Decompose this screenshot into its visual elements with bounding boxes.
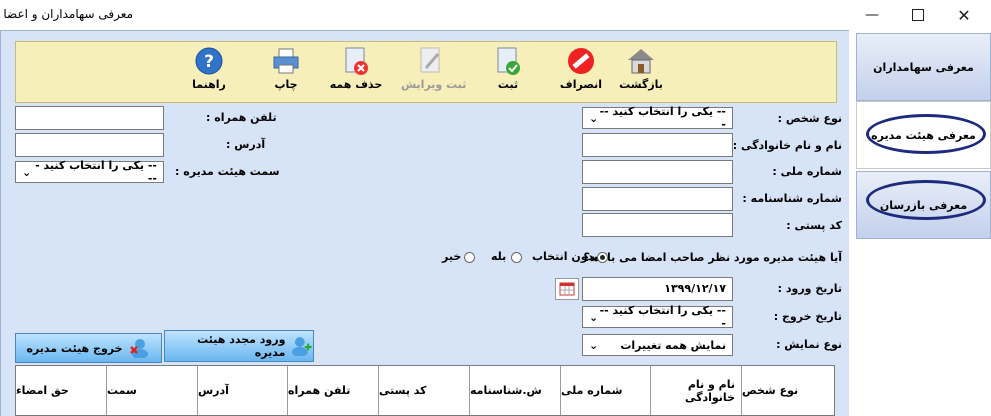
address-label: آدرس :	[226, 138, 266, 151]
column-header[interactable]: حق امضاء	[16, 366, 107, 415]
pencil-icon	[416, 46, 446, 76]
calendar-icon	[559, 282, 575, 296]
column-header[interactable]: آدرس	[198, 366, 288, 415]
national-id-label: شماره ملی :	[772, 165, 842, 178]
id-number-field[interactable]	[582, 187, 733, 211]
print-button[interactable]: چاپ	[256, 46, 316, 98]
column-header[interactable]: تلفن همراه	[288, 366, 379, 415]
save-edit-label: ثبت ویرایش	[401, 78, 467, 91]
radio-icon	[511, 252, 522, 263]
national-id-field[interactable]	[582, 160, 733, 184]
address-field[interactable]	[15, 133, 164, 157]
person-type-select[interactable]: -- یکی را انتخاب کنید --- ⌄	[582, 105, 733, 131]
save-button[interactable]: ثبت	[478, 46, 538, 98]
full-name-field[interactable]	[582, 133, 733, 157]
delete-all-button[interactable]: حذف همه	[326, 46, 386, 98]
nav-shareholders[interactable]: معرفی سهامداران	[856, 33, 991, 101]
nav-shareholders-label: معرفی سهامداران	[873, 60, 974, 74]
column-header[interactable]: شماره ملی	[561, 366, 651, 415]
document-check-icon	[493, 46, 523, 76]
radio-no[interactable]	[464, 252, 475, 266]
postal-code-label: کد پستی :	[786, 219, 842, 232]
cancel-label: انصراف	[559, 78, 603, 91]
radio-none[interactable]	[597, 252, 608, 266]
print-label: چاپ	[274, 78, 298, 91]
maximize-button[interactable]	[895, 0, 941, 30]
exit-board-label: خروج هیئت مدیره	[26, 341, 123, 355]
help-label: راهنما	[192, 78, 226, 91]
board-position-select[interactable]: -- یکی را انتخاب کنید --- ⌄	[15, 159, 164, 185]
help-icon: ?	[194, 46, 224, 76]
board-position-value: -- یکی را انتخاب کنید ---	[35, 159, 157, 185]
back-label: بازگشت	[619, 78, 663, 91]
column-header[interactable]: نوع شخص	[742, 366, 834, 415]
chevron-down-icon: ⌄	[589, 310, 599, 324]
main-panel: بازگشت انصراف ثبت ثبت ویرایش حذف همه چاپ…	[0, 30, 849, 416]
close-icon: ✕	[957, 5, 971, 25]
person-type-label: نوع شخص :	[777, 112, 842, 125]
display-type-label: نوع نمایش :	[776, 338, 842, 351]
entry-date-field[interactable]: ۱۳۹۹/۱۲/۱۷	[582, 277, 733, 301]
column-header[interactable]: سمت	[107, 366, 198, 415]
radio-yes[interactable]	[511, 252, 522, 266]
members-table[interactable]: نوع شخص نام و نام خانوادگی شماره ملی ش.ش…	[15, 365, 835, 416]
minimize-icon: —	[865, 7, 879, 23]
radio-icon	[464, 252, 475, 263]
save-label: ثبت	[497, 78, 519, 91]
id-number-label: شماره شناسنامه :	[742, 192, 842, 205]
mobile-field[interactable]	[15, 106, 164, 130]
mobile-label: تلفن همراه :	[206, 111, 277, 124]
window-title: معرفی سهامداران و اعضا	[3, 7, 133, 21]
add-user-icon	[292, 337, 313, 356]
save-edit-button[interactable]: ثبت ویرایش	[401, 46, 467, 98]
reentry-board-label: ورود مجدد هیئت مدیره	[197, 333, 286, 359]
column-header[interactable]: ش.شناسنامه	[470, 366, 561, 415]
radio-selected-icon	[597, 252, 608, 263]
highlight-ellipse	[866, 180, 986, 220]
calendar-button[interactable]	[555, 278, 579, 300]
cancel-button[interactable]: انصراف	[551, 46, 611, 98]
svg-text:?: ?	[204, 52, 214, 72]
exit-date-select[interactable]: -- یکی را انتخاب کنید --- ⌄	[582, 304, 733, 330]
column-header[interactable]: نام و نام خانوادگی	[651, 366, 742, 415]
radio-yes-label: بله	[491, 250, 507, 263]
home-icon	[626, 46, 656, 76]
close-button[interactable]: ✕	[941, 0, 987, 30]
back-button[interactable]: بازگشت	[611, 46, 671, 98]
no-entry-icon	[566, 46, 596, 76]
display-type-select[interactable]: نمایش همه تغییرات ⌄	[582, 334, 733, 356]
radio-no-label: خیر	[442, 250, 462, 263]
highlight-ellipse	[866, 114, 986, 154]
nav-empty-area	[856, 239, 991, 415]
full-name-label: نام و نام خانوادگی :	[732, 139, 842, 152]
entry-date-label: تاریخ ورود :	[777, 282, 842, 295]
radio-none-label: بدون انتخاب	[532, 250, 599, 263]
minimize-button[interactable]: —	[849, 0, 895, 30]
postal-code-field[interactable]	[582, 213, 733, 237]
display-type-value: نمایش همه تغییرات	[620, 338, 726, 352]
person-type-value: -- یکی را انتخاب کنید ---	[599, 105, 726, 131]
document-delete-icon	[341, 46, 371, 76]
maximize-icon	[912, 9, 924, 21]
printer-icon	[271, 46, 301, 76]
reentry-board-button[interactable]: ورود مجدد هیئت مدیره	[164, 330, 314, 362]
exit-board-button[interactable]: خروج هیئت مدیره	[15, 333, 162, 363]
exit-date-label: تاریخ خروج :	[773, 310, 842, 323]
delete-all-label: حذف همه	[329, 78, 383, 91]
column-header[interactable]: کد پستی	[379, 366, 470, 415]
title-bar	[0, 0, 991, 30]
chevron-down-icon: ⌄	[589, 338, 599, 352]
chevron-down-icon: ⌄	[589, 111, 599, 125]
remove-user-icon	[129, 339, 148, 358]
signatory-question: آیا هیئت مدیره مورد نظر صاحب امضا می باش…	[583, 251, 842, 264]
toolbar: بازگشت انصراف ثبت ثبت ویرایش حذف همه چاپ…	[15, 41, 837, 103]
exit-date-value: -- یکی را انتخاب کنید ---	[599, 304, 726, 330]
board-position-label: سمت هیئت مدیره :	[175, 165, 280, 178]
help-button[interactable]: ? راهنما	[179, 46, 239, 98]
chevron-down-icon: ⌄	[22, 165, 32, 179]
